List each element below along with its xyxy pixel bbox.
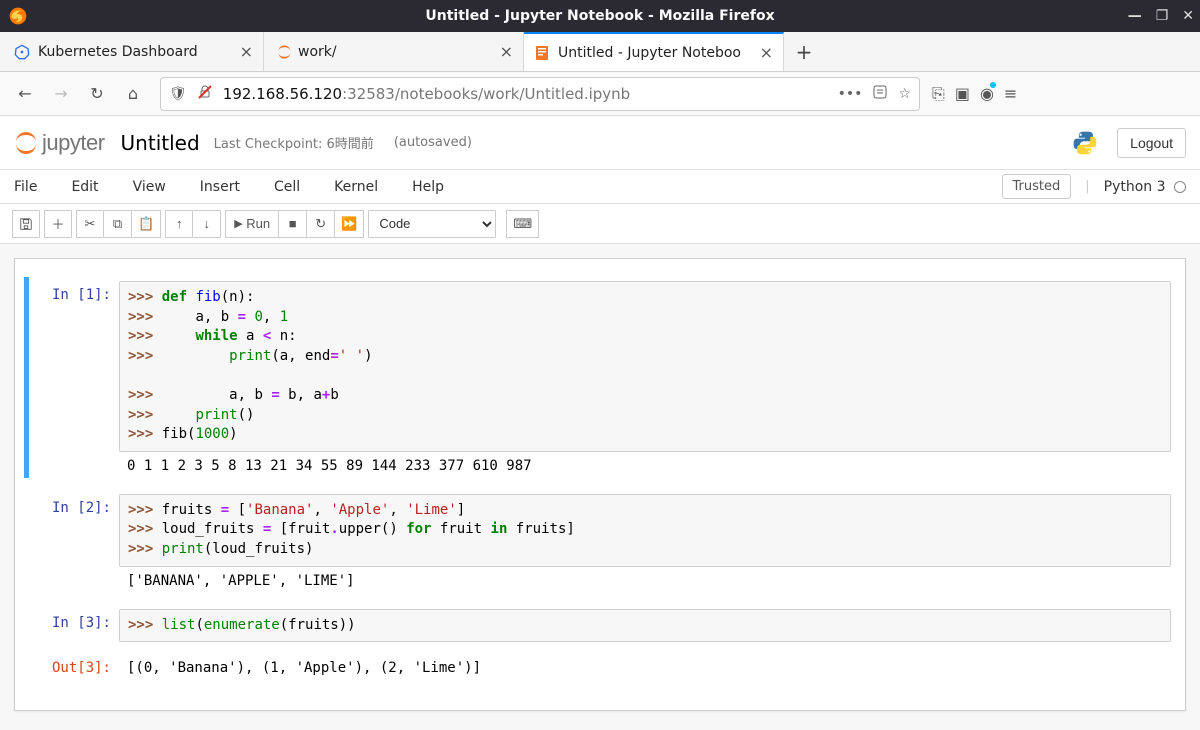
kubernetes-icon xyxy=(14,44,30,60)
in-prompt: In [1]: xyxy=(29,281,119,474)
kernel-name[interactable]: Python 3 xyxy=(1104,179,1186,195)
command-palette-button[interactable]: ⌨ xyxy=(506,210,539,238)
out-prompt: Out[3]: xyxy=(29,654,119,676)
python-icon[interactable] xyxy=(1071,129,1099,157)
trusted-badge[interactable]: Trusted xyxy=(1002,174,1072,199)
maximize-button[interactable]: ❐ xyxy=(1156,8,1169,24)
tab-title: Untitled - Jupyter Noteboo xyxy=(558,45,752,61)
menu-file[interactable]: File xyxy=(14,179,37,195)
logout-button[interactable]: Logout xyxy=(1117,128,1186,158)
reader-mode-icon[interactable] xyxy=(872,84,888,104)
copy-button[interactable]: ⧉ xyxy=(104,210,132,238)
back-button[interactable]: ← xyxy=(10,79,40,109)
account-icon[interactable]: ◉ xyxy=(980,84,994,103)
code-input[interactable]: >>> fruits = ['Banana', 'Apple', 'Lime']… xyxy=(119,494,1171,567)
menu-icon[interactable]: ≡ xyxy=(1004,84,1017,103)
code-cell[interactable]: In [3]: >>> list(enumerate(fruits)) xyxy=(29,605,1171,647)
page-actions-icon[interactable]: ••• xyxy=(838,86,863,102)
notebook-container[interactable]: In [1]: >>> def fib(n): >>> a, b = 0, 1 … xyxy=(0,244,1200,730)
menu-view[interactable]: View xyxy=(133,179,166,195)
tab-untitled-notebook[interactable]: Untitled - Jupyter Noteboo × xyxy=(524,32,784,71)
jupyter-icon xyxy=(274,44,290,60)
menu-insert[interactable]: Insert xyxy=(200,179,240,195)
code-input[interactable]: >>> def fib(n): >>> a, b = 0, 1 >>> whil… xyxy=(119,281,1171,452)
close-icon[interactable]: × xyxy=(760,43,773,62)
insecure-connection-icon[interactable] xyxy=(197,84,213,104)
interrupt-button[interactable]: ■ xyxy=(279,210,307,238)
run-button[interactable]: ▶ Run xyxy=(225,210,279,238)
jupyter-header: jupyter Untitled Last Checkpoint: 6時間前 (… xyxy=(0,116,1200,170)
window-buttons: — ❐ ✕ xyxy=(1128,0,1194,32)
insert-cell-button[interactable]: ＋ xyxy=(44,210,72,238)
cell-output: 0 1 1 2 3 5 8 13 21 34 55 89 144 233 377… xyxy=(119,452,1171,474)
notebook-title[interactable]: Untitled xyxy=(121,131,200,155)
jupyter-menubar: File Edit View Insert Cell Kernel Help T… xyxy=(0,170,1200,204)
code-input[interactable]: >>> list(enumerate(fruits)) xyxy=(119,609,1171,643)
code-cell[interactable]: In [1]: >>> def fib(n): >>> a, b = 0, 1 … xyxy=(24,277,1171,478)
address-bar[interactable]: 🛡 192.168.56.120:32583/notebooks/work/Un… xyxy=(160,77,920,111)
in-prompt: In [3]: xyxy=(29,609,119,643)
tab-title: work/ xyxy=(298,44,492,60)
menu-edit[interactable]: Edit xyxy=(71,179,98,195)
jupyter-logo-icon xyxy=(14,131,38,155)
tab-work[interactable]: work/ × xyxy=(264,32,524,71)
menu-help[interactable]: Help xyxy=(412,179,444,195)
sidebar-icon[interactable]: ▣ xyxy=(955,84,970,103)
restart-button[interactable]: ↻ xyxy=(307,210,335,238)
jupyter-logo[interactable]: jupyter xyxy=(14,130,105,156)
autosave-status: (autosaved) xyxy=(394,135,472,150)
save-button[interactable] xyxy=(12,210,40,238)
browser-tabstrip: Kubernetes Dashboard × work/ × Untitled … xyxy=(0,32,1200,72)
menu-cell[interactable]: Cell xyxy=(274,179,300,195)
notebook: In [1]: >>> def fib(n): >>> a, b = 0, 1 … xyxy=(14,258,1186,711)
cut-button[interactable]: ✂ xyxy=(76,210,104,238)
toolbar-right: ⎘ ▣ ◉ ≡ xyxy=(932,84,1021,104)
tab-title: Kubernetes Dashboard xyxy=(38,44,232,60)
paste-button[interactable]: 📋 xyxy=(132,210,161,238)
output-cell: Out[3]: [(0, 'Banana'), (1, 'Apple'), (2… xyxy=(29,650,1171,680)
move-up-button[interactable]: ↑ xyxy=(165,210,193,238)
restart-run-all-button[interactable]: ⏩ xyxy=(335,210,364,238)
close-window-button[interactable]: ✕ xyxy=(1182,8,1194,24)
minimize-button[interactable]: — xyxy=(1128,8,1142,24)
code-cell[interactable]: In [2]: >>> fruits = ['Banana', 'Apple',… xyxy=(29,490,1171,593)
close-icon[interactable]: × xyxy=(240,42,253,61)
notebook-icon xyxy=(534,45,550,61)
cell-type-select[interactable]: Code xyxy=(368,210,496,238)
kernel-idle-icon xyxy=(1174,181,1186,193)
move-down-button[interactable]: ↓ xyxy=(193,210,221,238)
reload-button[interactable]: ↻ xyxy=(82,79,112,109)
in-prompt: In [2]: xyxy=(29,494,119,589)
library-icon[interactable]: ⎘ xyxy=(932,84,945,104)
jupyter-logo-text: jupyter xyxy=(42,130,105,156)
browser-navbar: ← → ↻ ⌂ 🛡 192.168.56.120:32583/notebooks… xyxy=(0,72,1200,116)
cell-output: [(0, 'Banana'), (1, 'Apple'), (2, 'Lime'… xyxy=(119,654,1171,676)
separator: | xyxy=(1085,179,1089,194)
bookmark-star-icon[interactable]: ☆ xyxy=(898,86,911,102)
home-button[interactable]: ⌂ xyxy=(118,79,148,109)
firefox-icon xyxy=(8,6,28,26)
forward-button[interactable]: → xyxy=(46,79,76,109)
new-tab-button[interactable]: + xyxy=(784,32,824,71)
cell-output: ['BANANA', 'APPLE', 'LIME'] xyxy=(119,567,1171,589)
url-text: 192.168.56.120:32583/notebooks/work/Unti… xyxy=(223,85,828,103)
menu-kernel[interactable]: Kernel xyxy=(334,179,378,195)
window-titlebar: Untitled - Jupyter Notebook - Mozilla Fi… xyxy=(0,0,1200,32)
checkpoint-status: Last Checkpoint: 6時間前 xyxy=(214,133,374,152)
window-title: Untitled - Jupyter Notebook - Mozilla Fi… xyxy=(425,8,774,24)
tab-kubernetes-dashboard[interactable]: Kubernetes Dashboard × xyxy=(4,32,264,71)
jupyter-toolbar: ＋ ✂ ⧉ 📋 ↑ ↓ ▶ Run ■ ↻ ⏩ Code ⌨ xyxy=(0,204,1200,244)
tracking-shield-icon[interactable]: 🛡 xyxy=(169,86,187,102)
close-icon[interactable]: × xyxy=(500,42,513,61)
